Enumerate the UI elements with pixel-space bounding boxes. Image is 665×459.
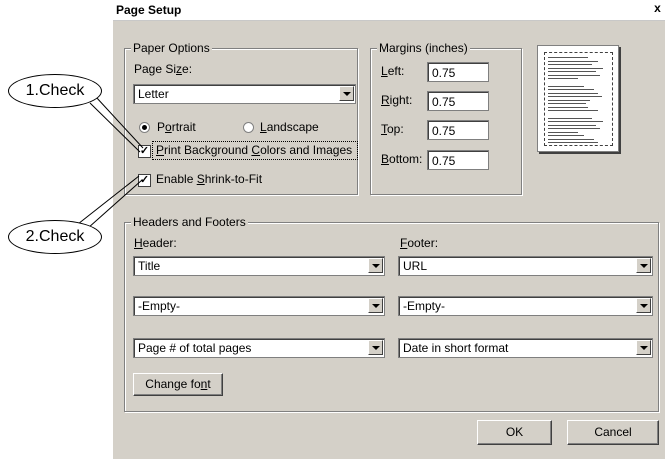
close-icon[interactable]: x bbox=[650, 1, 665, 16]
header-select-2[interactable]: -Empty- bbox=[133, 296, 385, 316]
chevron-down-icon[interactable] bbox=[636, 340, 651, 355]
preview-text-line bbox=[548, 124, 596, 126]
preview-text-line bbox=[548, 57, 588, 58]
preview-text-line bbox=[548, 99, 590, 101]
preview-text-line bbox=[548, 64, 592, 65]
right-margin-input[interactable]: 0.75 bbox=[427, 91, 489, 111]
chevron-down-icon[interactable] bbox=[636, 298, 651, 313]
preview-text-line bbox=[548, 110, 598, 111]
header-select-1[interactable]: Title bbox=[133, 256, 385, 276]
footer-value-3: Date in short format bbox=[403, 341, 509, 355]
header-value-1: Title bbox=[138, 259, 161, 273]
print-background-checkbox[interactable]: ✓ bbox=[138, 145, 151, 158]
cancel-button[interactable]: Cancel bbox=[567, 420, 659, 445]
callout-2-check: 2.Check bbox=[8, 220, 102, 254]
portrait-radio[interactable] bbox=[139, 122, 150, 133]
header-value-2: -Empty- bbox=[138, 299, 180, 313]
bottom-margin-value: 0.75 bbox=[432, 154, 456, 168]
preview-text-line bbox=[548, 135, 584, 136]
preview-text-line bbox=[548, 103, 586, 104]
left-margin-input[interactable]: 0.75 bbox=[427, 62, 489, 82]
preview-text-line bbox=[548, 78, 578, 79]
preview-text-line bbox=[548, 74, 600, 76]
callout-1-check: 1.Check bbox=[8, 74, 102, 108]
preview-text-line bbox=[548, 138, 594, 140]
preview-text-line bbox=[548, 71, 596, 72]
preview-text-line bbox=[548, 96, 602, 97]
chevron-down-icon[interactable] bbox=[636, 258, 651, 273]
preview-text-line bbox=[548, 106, 588, 108]
chevron-down-icon[interactable] bbox=[368, 298, 383, 313]
portrait-label[interactable]: Portrait bbox=[157, 120, 196, 134]
chevron-down-icon[interactable] bbox=[339, 86, 354, 101]
ok-button[interactable]: OK bbox=[477, 420, 552, 445]
headers-footers-legend: Headers and Footers bbox=[131, 215, 248, 229]
page-size-select[interactable]: Letter bbox=[133, 84, 356, 104]
landscape-label[interactable]: Landscape bbox=[260, 120, 319, 134]
preview-text-line bbox=[548, 117, 592, 119]
right-margin-value: 0.75 bbox=[432, 95, 456, 109]
footer-select-3[interactable]: Date in short format bbox=[398, 338, 653, 358]
margins-legend: Margins (inches) bbox=[377, 41, 470, 55]
bottom-margin-label: Bottom: bbox=[381, 152, 423, 166]
preview-text-line bbox=[548, 131, 578, 133]
print-background-label[interactable]: Print Background Colors and Images bbox=[156, 143, 352, 157]
page-size-label: Page Size: bbox=[134, 62, 193, 76]
footer-select-1[interactable]: URL bbox=[398, 256, 653, 276]
chevron-down-icon[interactable] bbox=[368, 340, 383, 355]
landscape-radio[interactable] bbox=[243, 122, 254, 133]
left-margin-value: 0.75 bbox=[432, 66, 456, 80]
preview-text-line bbox=[548, 121, 603, 122]
page-size-value: Letter bbox=[138, 87, 169, 101]
dialog-title: Page Setup bbox=[116, 3, 182, 17]
header-label: Header: bbox=[134, 236, 177, 250]
chevron-down-icon[interactable] bbox=[368, 258, 383, 273]
header-value-3: Page # of total pages bbox=[138, 341, 252, 355]
change-font-button[interactable]: Change font bbox=[133, 373, 223, 396]
footer-select-2[interactable]: -Empty- bbox=[398, 296, 653, 316]
page-preview-margins bbox=[544, 52, 613, 146]
preview-text-line bbox=[548, 60, 598, 62]
top-margin-label: Top: bbox=[381, 122, 404, 136]
preview-text-line bbox=[548, 67, 603, 69]
shrink-to-fit-checkbox[interactable]: ✓ bbox=[138, 174, 151, 187]
top-margin-input[interactable]: 0.75 bbox=[427, 120, 489, 140]
paper-options-legend: Paper Options bbox=[131, 41, 212, 55]
preview-text-line bbox=[548, 89, 594, 90]
footer-value-2: -Empty- bbox=[403, 299, 445, 313]
footer-value-1: URL bbox=[403, 259, 428, 273]
preview-text-line bbox=[548, 142, 598, 143]
title-bar: Page Setup x bbox=[113, 0, 665, 21]
shrink-to-fit-label[interactable]: Enable Shrink-to-Fit bbox=[156, 172, 262, 186]
page-preview bbox=[537, 45, 619, 152]
footer-label: Footer: bbox=[400, 236, 439, 250]
right-margin-label: Right: bbox=[381, 93, 413, 107]
top-margin-value: 0.75 bbox=[432, 124, 456, 138]
preview-text-line bbox=[548, 85, 584, 87]
header-select-3[interactable]: Page # of total pages bbox=[133, 338, 385, 358]
left-margin-label: Left: bbox=[381, 64, 405, 78]
preview-text-line bbox=[548, 128, 600, 129]
preview-text-line bbox=[548, 92, 598, 94]
bottom-margin-input[interactable]: 0.75 bbox=[427, 150, 489, 170]
